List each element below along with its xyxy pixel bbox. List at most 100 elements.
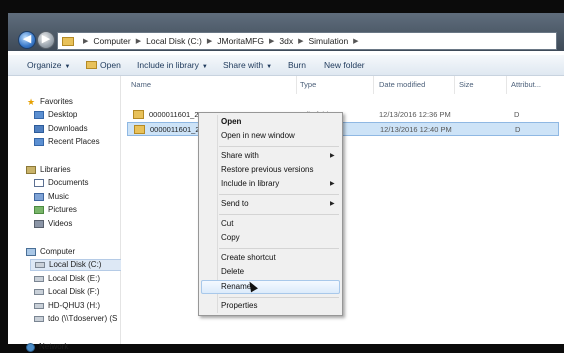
chevron-right-icon: ▶ (353, 38, 359, 45)
breadcrumb-jmoritamfg[interactable]: JMoritaMFG (217, 36, 264, 46)
nav-drive-s[interactable]: tdo (\\Tdoserver) (S (34, 313, 117, 325)
downloads-icon (34, 125, 44, 133)
caret-down-icon: ▼ (64, 64, 71, 70)
nav-label: Libraries (40, 165, 71, 174)
nav-libraries[interactable]: Libraries (26, 164, 71, 176)
breadcrumb-3dx[interactable]: 3dx (279, 36, 293, 46)
menu-item-properties[interactable]: Properties (221, 300, 257, 312)
column-divider[interactable] (506, 76, 507, 94)
column-header-attributes[interactable]: Attribut... (511, 80, 541, 92)
include-in-library-button[interactable]: Include in library ▼ (137, 60, 208, 70)
chevron-right-icon: ▶ (268, 38, 275, 45)
nav-drive-h[interactable]: HD-QHU3 (H:) (34, 300, 100, 312)
menu-item-open[interactable]: Open (221, 116, 241, 128)
file-date: 12/13/2016 12:40 PM (380, 125, 452, 134)
column-divider[interactable] (296, 76, 297, 94)
music-icon (34, 193, 44, 201)
column-header-size[interactable]: Size (459, 80, 474, 92)
column-divider[interactable] (454, 76, 455, 94)
column-divider[interactable] (373, 76, 374, 94)
drive-icon (34, 276, 44, 282)
caret-down-icon: ▼ (201, 64, 208, 70)
documents-icon (34, 179, 44, 187)
nav-label: Music (48, 192, 69, 201)
nav-label: Local Disk (E:) (48, 274, 101, 283)
drive-icon (34, 303, 44, 309)
menu-item-share-with[interactable]: Share with (221, 150, 259, 162)
back-button[interactable]: ◀ (18, 31, 36, 49)
pictures-icon (34, 206, 44, 214)
context-menu: Open Open in new window Share with ▶ Res… (198, 112, 343, 316)
menu-separator (219, 297, 339, 298)
file-attr: D (515, 125, 521, 134)
nav-drive-f[interactable]: Local Disk (F:) (34, 286, 100, 298)
column-header-name[interactable]: Name (131, 80, 151, 92)
column-header-type[interactable]: Type (300, 80, 316, 92)
command-bar: Organize ▼ Open Include in library ▼ Share… (8, 55, 564, 76)
menu-item-cut[interactable]: Cut (221, 218, 233, 230)
nav-downloads[interactable]: Downloads (34, 123, 88, 135)
column-header-date-modified[interactable]: Date modified (379, 80, 425, 92)
share-with-button[interactable]: Share with ▼ (223, 60, 272, 70)
menu-separator (219, 248, 339, 249)
organize-label: Organize (27, 60, 62, 70)
nav-desktop[interactable]: Desktop (34, 109, 77, 121)
menu-item-create-shortcut[interactable]: Create shortcut (221, 252, 276, 264)
new-folder-button[interactable]: New folder (324, 60, 365, 70)
desktop-icon (34, 111, 44, 119)
nav-label: Videos (48, 219, 73, 228)
menu-item-copy[interactable]: Copy (221, 232, 240, 244)
caret-down-icon: ▼ (266, 64, 273, 70)
nav-label: Network (39, 342, 69, 351)
include-in-library-label: Include in library (137, 60, 199, 70)
chevron-right-icon: ▶ (206, 38, 213, 45)
drive-icon (35, 262, 45, 268)
menu-item-send-to[interactable]: Send to (221, 198, 249, 210)
nav-label: Local Disk (F:) (48, 287, 100, 296)
file-row[interactable]: 0000011601_20161213123644 File folder 12… (127, 108, 559, 122)
folder-icon (134, 125, 145, 134)
submenu-arrow-icon: ▶ (330, 201, 335, 207)
nav-label: Recent Places (48, 137, 100, 146)
drive-icon (34, 289, 44, 295)
videos-icon (34, 220, 44, 228)
forward-button[interactable]: ▶ (37, 31, 55, 49)
nav-label: Favorites (40, 97, 73, 106)
burn-button[interactable]: Burn (288, 60, 306, 70)
breadcrumb-computer[interactable]: Computer (93, 36, 130, 46)
menu-item-include-in-library[interactable]: Include in library (221, 178, 279, 190)
open-label: Open (100, 60, 121, 70)
nav-computer[interactable]: Computer (26, 246, 75, 258)
submenu-arrow-icon: ▶ (330, 153, 335, 159)
menu-item-open-new-window[interactable]: Open in new window (221, 130, 295, 142)
nav-recent-places[interactable]: Recent Places (34, 136, 100, 148)
nav-videos[interactable]: Videos (34, 218, 72, 230)
nav-label: Pictures (48, 205, 77, 214)
breadcrumb-simulation[interactable]: Simulation (308, 36, 348, 46)
open-button[interactable]: Open (86, 60, 121, 70)
title-bar: ◀ ▶ ▶ Computer ▶ Local Disk (C:) ▶ JMori… (8, 13, 564, 51)
organize-button[interactable]: Organize ▼ (27, 60, 70, 70)
nav-favorites[interactable]: ★ Favorites (26, 96, 73, 108)
nav-music[interactable]: Music (34, 191, 69, 203)
open-folder-icon (86, 61, 97, 69)
chevron-right-icon: ▶ (298, 38, 304, 45)
recent-places-icon (34, 138, 44, 146)
chevron-right-icon: ▶ (135, 38, 142, 45)
file-row-selected[interactable]: 0000011601_2016 12/13/2016 12:40 PM D (127, 122, 559, 136)
nav-label: Local Disk (C:) (49, 260, 102, 269)
nav-pictures[interactable]: Pictures (34, 204, 77, 216)
breadcrumb-local-disk[interactable]: Local Disk (C:) (146, 36, 202, 46)
nav-documents[interactable]: Documents (34, 177, 88, 189)
folder-icon (62, 36, 74, 46)
address-bar[interactable]: ▶ Computer ▶ Local Disk (C:) ▶ JMoritaMF… (57, 32, 557, 50)
libraries-icon (26, 166, 36, 174)
nav-network[interactable]: Network (26, 341, 68, 353)
menu-separator (219, 194, 339, 195)
nav-label: Documents (48, 178, 89, 187)
star-icon: ★ (26, 97, 36, 107)
menu-item-delete[interactable]: Delete (221, 266, 244, 278)
submenu-arrow-icon: ▶ (330, 181, 335, 187)
nav-drive-e[interactable]: Local Disk (E:) (34, 273, 100, 285)
menu-item-restore-previous-versions[interactable]: Restore previous versions (221, 164, 313, 176)
